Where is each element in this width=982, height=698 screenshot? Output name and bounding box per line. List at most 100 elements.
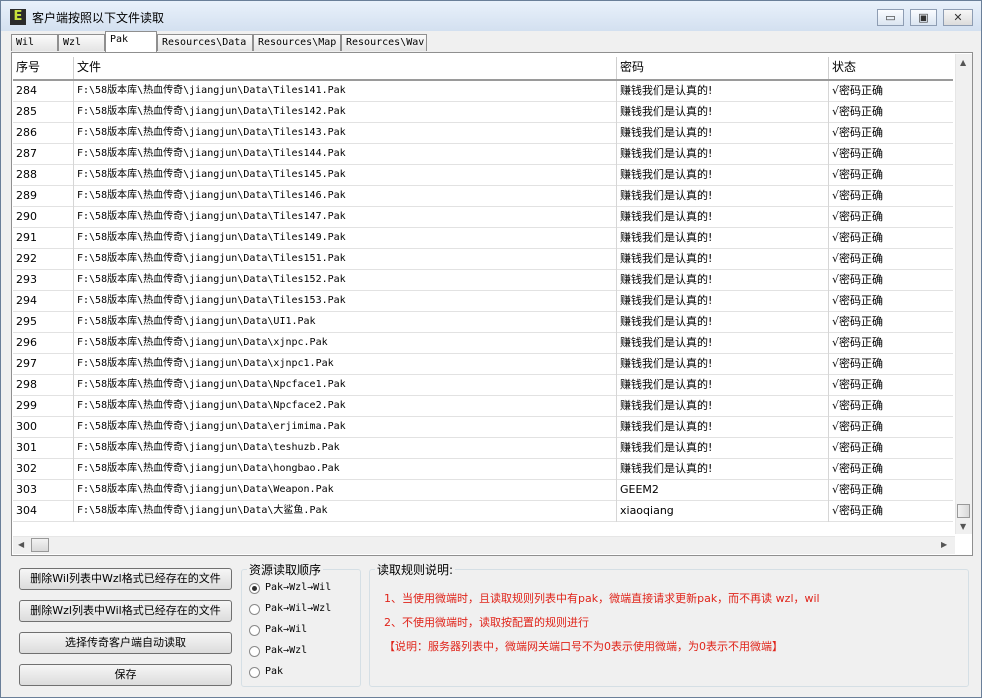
table-row[interactable]: 284 F:\58版本库\热血传奇\jiangjun\Data\Tiles141.… bbox=[13, 81, 953, 102]
row-file: F:\58版本库\热血传奇\jiangjun\Data\Tiles141.Pak bbox=[74, 81, 617, 102]
row-password: 赚钱我们是认真的! bbox=[617, 291, 829, 312]
horizontal-scroll-thumb[interactable] bbox=[31, 538, 49, 552]
radio-button[interactable] bbox=[249, 583, 260, 594]
radio-label: Pak→Wzl→Wil bbox=[265, 582, 332, 593]
scroll-left-icon[interactable]: ◀ bbox=[18, 540, 24, 549]
tab-resources-wav[interactable]: Resources\Wav bbox=[341, 34, 427, 51]
header-status[interactable]: 状态 bbox=[829, 57, 953, 79]
row-index: 293 bbox=[13, 270, 74, 291]
row-password: 赚钱我们是认真的! bbox=[617, 186, 829, 207]
delete-wil-duplicates-button[interactable]: 删除Wil列表中Wzl格式已经存在的文件 bbox=[19, 568, 232, 590]
row-password: 赚钱我们是认真的! bbox=[617, 270, 829, 291]
vertical-scroll-thumb[interactable] bbox=[957, 504, 970, 518]
row-status: √密码正确 bbox=[832, 147, 884, 160]
row-status: √密码正确 bbox=[832, 378, 884, 391]
tab-wil[interactable]: Wil bbox=[11, 34, 58, 51]
row-password: 赚钱我们是认真的! bbox=[617, 102, 829, 123]
row-status: √密码正确 bbox=[832, 189, 884, 202]
app-icon: E bbox=[10, 9, 26, 25]
row-file: F:\58版本库\热血传奇\jiangjun\Data\Tiles147.Pak bbox=[74, 207, 617, 228]
table-row[interactable]: 304 F:\58版本库\热血传奇\jiangjun\Data\大鲨鱼.Pak xi… bbox=[13, 501, 953, 522]
table-row[interactable]: 294 F:\58版本库\热血传奇\jiangjun\Data\Tiles153.… bbox=[13, 291, 953, 312]
scroll-up-icon[interactable]: ▲ bbox=[960, 58, 966, 67]
horizontal-scrollbar[interactable]: ◀ ▶ bbox=[13, 536, 955, 554]
row-file: F:\58版本库\热血传奇\jiangjun\Data\Tiles146.Pak bbox=[74, 186, 617, 207]
close-button[interactable]: ✕ bbox=[943, 9, 973, 26]
table-row[interactable]: 301 F:\58版本库\热血传奇\jiangjun\Data\teshuzb.P… bbox=[13, 438, 953, 459]
resource-order-title: 资源读取顺序 bbox=[247, 561, 324, 578]
table-row[interactable]: 297 F:\58版本库\热血传奇\jiangjun\Data\xjnpc1.Pa… bbox=[13, 354, 953, 375]
scroll-down-icon[interactable]: ▼ bbox=[960, 522, 966, 531]
row-file: F:\58版本库\热血传奇\jiangjun\Data\Tiles143.Pak bbox=[74, 123, 617, 144]
row-file: F:\58版本库\热血传奇\jiangjun\Data\erjimima.Pak bbox=[74, 417, 617, 438]
row-status: √密码正确 bbox=[832, 315, 884, 328]
auto-read-client-button[interactable]: 选择传奇客户端自动读取 bbox=[19, 632, 232, 654]
vertical-scrollbar[interactable]: ▲ ▼ bbox=[955, 54, 972, 534]
row-password: 赚钱我们是认真的! bbox=[617, 417, 829, 438]
row-index: 297 bbox=[13, 354, 74, 375]
row-file: F:\58版本库\热血传奇\jiangjun\Data\Tiles144.Pak bbox=[74, 144, 617, 165]
row-status: √密码正确 bbox=[832, 399, 884, 412]
tab-wzl[interactable]: Wzl bbox=[58, 34, 105, 51]
radio-button[interactable] bbox=[249, 646, 260, 657]
table-row[interactable]: 300 F:\58版本库\热血传奇\jiangjun\Data\erjimima.… bbox=[13, 417, 953, 438]
header-password[interactable]: 密码 bbox=[617, 57, 829, 79]
table-row[interactable]: 296 F:\58版本库\热血传奇\jiangjun\Data\xjnpc.Pak… bbox=[13, 333, 953, 354]
table-row[interactable]: 291 F:\58版本库\热血传奇\jiangjun\Data\Tiles149.… bbox=[13, 228, 953, 249]
row-password: 赚钱我们是认真的! bbox=[617, 375, 829, 396]
row-password: 赚钱我们是认真的! bbox=[617, 354, 829, 375]
row-status: √密码正确 bbox=[832, 210, 884, 223]
row-password: 赚钱我们是认真的! bbox=[617, 438, 829, 459]
save-button[interactable]: 保存 bbox=[19, 664, 232, 686]
row-status: √密码正确 bbox=[832, 105, 884, 118]
tab-pak[interactable]: Pak bbox=[105, 31, 157, 52]
radio-button[interactable] bbox=[249, 604, 260, 615]
row-index: 287 bbox=[13, 144, 74, 165]
table-row[interactable]: 285 F:\58版本库\热血传奇\jiangjun\Data\Tiles142.… bbox=[13, 102, 953, 123]
rule-line-3: 【说明：服务器列表中，微端网关端口号不为0表示使用微端，为0表示不用微端】 bbox=[384, 640, 783, 653]
table-row[interactable]: 299 F:\58版本库\热血传奇\jiangjun\Data\Npcface2.… bbox=[13, 396, 953, 417]
header-index[interactable]: 序号 bbox=[13, 57, 74, 79]
radio-button[interactable] bbox=[249, 667, 260, 678]
table-row[interactable]: 286 F:\58版本库\热血传奇\jiangjun\Data\Tiles143.… bbox=[13, 123, 953, 144]
row-file: F:\58版本库\热血传奇\jiangjun\Data\Tiles153.Pak bbox=[74, 291, 617, 312]
table-row[interactable]: 289 F:\58版本库\热血传奇\jiangjun\Data\Tiles146.… bbox=[13, 186, 953, 207]
row-index: 295 bbox=[13, 312, 74, 333]
row-index: 304 bbox=[13, 501, 74, 522]
delete-wzl-duplicates-button[interactable]: 删除Wzl列表中Wil格式已经存在的文件 bbox=[19, 600, 232, 622]
row-index: 299 bbox=[13, 396, 74, 417]
table-row[interactable]: 298 F:\58版本库\热血传奇\jiangjun\Data\Npcface1.… bbox=[13, 375, 953, 396]
table-row[interactable]: 292 F:\58版本库\热血传奇\jiangjun\Data\Tiles151.… bbox=[13, 249, 953, 270]
row-index: 303 bbox=[13, 480, 74, 501]
row-file: F:\58版本库\热血传奇\jiangjun\Data\Npcface1.Pak bbox=[74, 375, 617, 396]
table-row[interactable]: 295 F:\58版本库\热血传奇\jiangjun\Data\UI1.Pak 赚钱… bbox=[13, 312, 953, 333]
radio-label: Pak bbox=[265, 666, 284, 677]
radio-button[interactable] bbox=[249, 625, 260, 636]
file-list[interactable]: 序号 文件 密码 状态 284 F:\58版本库\热血传奇\jiangjun\Da… bbox=[13, 54, 953, 534]
header-file[interactable]: 文件 bbox=[74, 57, 617, 79]
radio-label: Pak→Wil→Wzl bbox=[265, 603, 332, 614]
row-index: 290 bbox=[13, 207, 74, 228]
row-index: 298 bbox=[13, 375, 74, 396]
table-row[interactable]: 287 F:\58版本库\热血传奇\jiangjun\Data\Tiles144.… bbox=[13, 144, 953, 165]
row-password: 赚钱我们是认真的! bbox=[617, 81, 829, 102]
row-index: 301 bbox=[13, 438, 74, 459]
table-row[interactable]: 293 F:\58版本库\热血传奇\jiangjun\Data\Tiles152.… bbox=[13, 270, 953, 291]
minimize-button[interactable]: ▭ bbox=[877, 9, 904, 26]
table-row[interactable]: 302 F:\58版本库\热血传奇\jiangjun\Data\hongbao.P… bbox=[13, 459, 953, 480]
rule-line-1: 1、当使用微端时，且读取规则列表中有pak，微端直接请求更新pak，而不再读 w… bbox=[384, 592, 820, 605]
row-file: F:\58版本库\热血传奇\jiangjun\Data\Weapon.Pak bbox=[74, 480, 617, 501]
tab-resources-data[interactable]: Resources\Data bbox=[157, 34, 253, 51]
row-password: 赚钱我们是认真的! bbox=[617, 396, 829, 417]
row-file: F:\58版本库\热血传奇\jiangjun\Data\Tiles145.Pak bbox=[74, 165, 617, 186]
row-index: 291 bbox=[13, 228, 74, 249]
table-row[interactable]: 288 F:\58版本库\热血传奇\jiangjun\Data\Tiles145.… bbox=[13, 165, 953, 186]
tab-resources-map[interactable]: Resources\Map bbox=[253, 34, 341, 51]
scroll-right-icon[interactable]: ▶ bbox=[941, 540, 947, 549]
row-file: F:\58版本库\热血传奇\jiangjun\Data\UI1.Pak bbox=[74, 312, 617, 333]
table-row[interactable]: 303 F:\58版本库\热血传奇\jiangjun\Data\Weapon.Pa… bbox=[13, 480, 953, 501]
list-header: 序号 文件 密码 状态 bbox=[13, 57, 953, 81]
table-row[interactable]: 290 F:\58版本库\热血传奇\jiangjun\Data\Tiles147.… bbox=[13, 207, 953, 228]
row-index: 296 bbox=[13, 333, 74, 354]
maximize-button[interactable]: ▣ bbox=[910, 9, 937, 26]
